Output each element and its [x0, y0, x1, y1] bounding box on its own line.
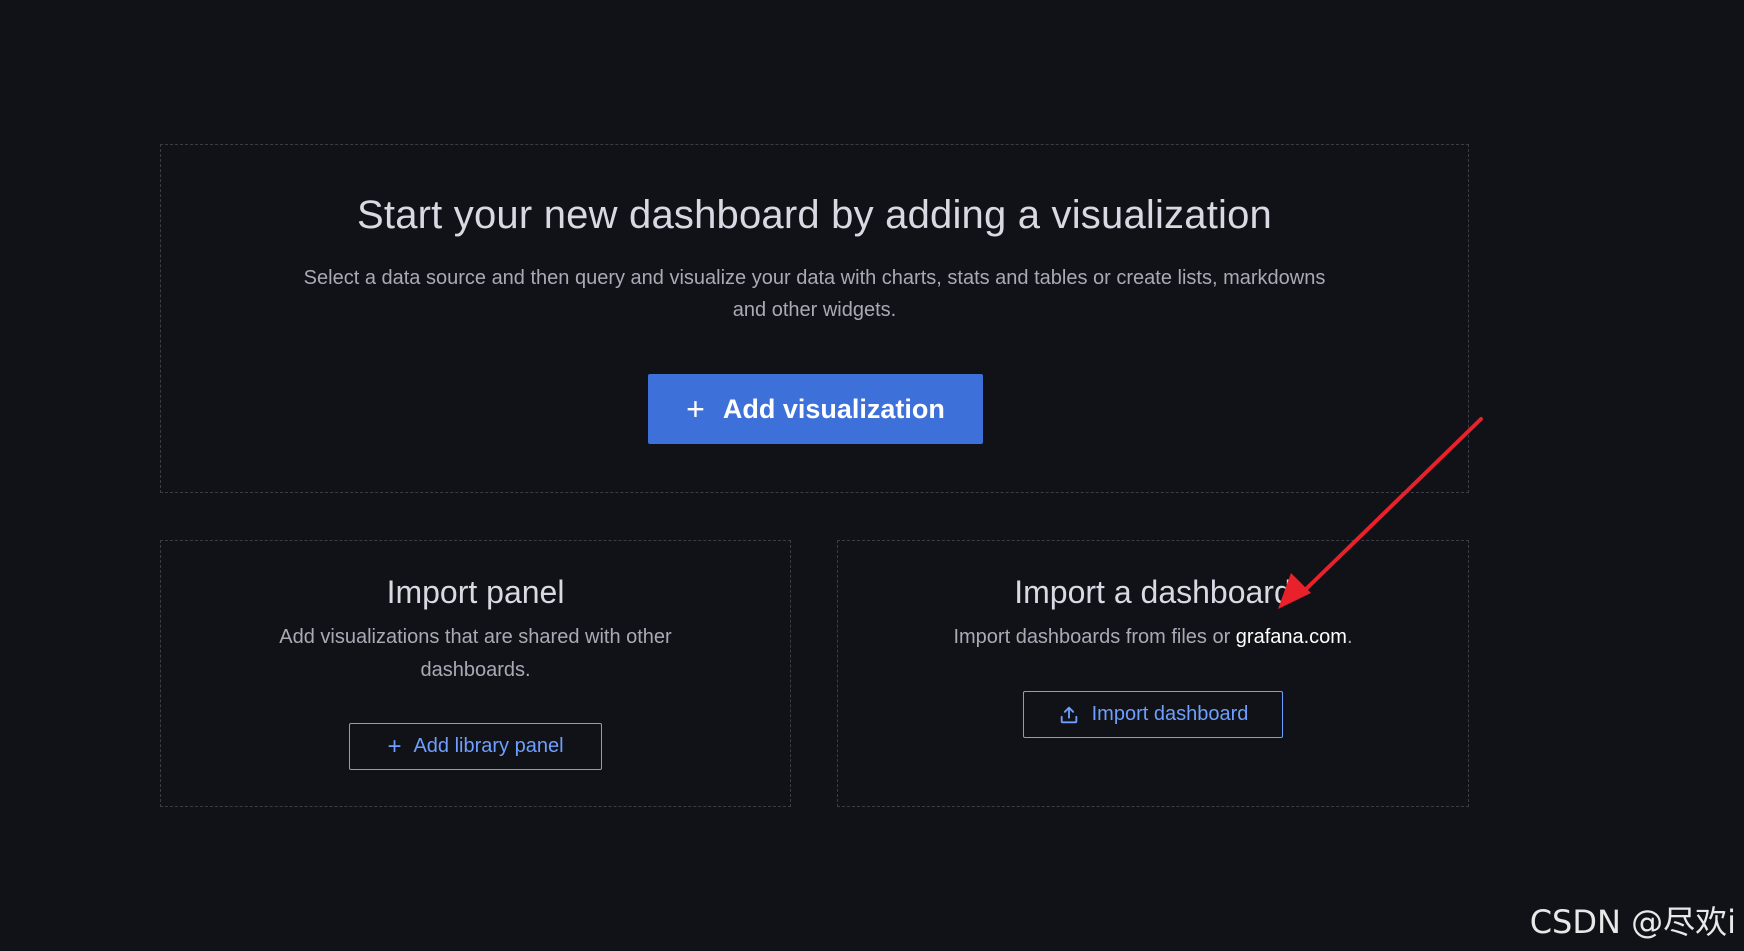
import-dashboard-card: Import a dashboard Import dashboards fro… [837, 540, 1469, 807]
plus-icon: + [387, 732, 402, 760]
import-dashboard-description-prefix: Import dashboards from files or [953, 626, 1236, 648]
add-library-panel-button[interactable]: + Add library panel [349, 723, 602, 770]
grafana-com-link[interactable]: grafana.com [1236, 626, 1347, 648]
import-panel-card: Import panel Add visualizations that are… [160, 540, 791, 807]
add-library-panel-label: Add library panel [413, 735, 564, 757]
import-dashboard-description: Import dashboards from files or grafana.… [838, 621, 1468, 654]
upload-icon [1058, 704, 1080, 726]
import-panel-description: Add visualizations that are shared with … [279, 626, 672, 681]
import-dashboard-description-suffix: . [1346, 626, 1353, 648]
import-dashboard-title: Import a dashboard [1014, 574, 1292, 610]
watermark: CSDN @尽欢i [1529, 903, 1736, 941]
add-visualization-description: Select a data source and then query and … [303, 267, 1326, 321]
import-dashboard-button[interactable]: Import dashboard [1023, 691, 1283, 738]
add-visualization-label: Add visualization [722, 393, 945, 424]
add-visualization-card: Start your new dashboard by adding a vis… [160, 144, 1469, 493]
page-title: Start your new dashboard by adding a vis… [357, 193, 1272, 237]
plus-icon: + [686, 391, 705, 427]
import-panel-title: Import panel [386, 574, 565, 610]
import-dashboard-label: Import dashboard [1091, 703, 1249, 725]
add-visualization-button[interactable]: + Add visualization [648, 374, 983, 444]
dashboard-empty-state: Start your new dashboard by adding a vis… [0, 0, 1744, 951]
